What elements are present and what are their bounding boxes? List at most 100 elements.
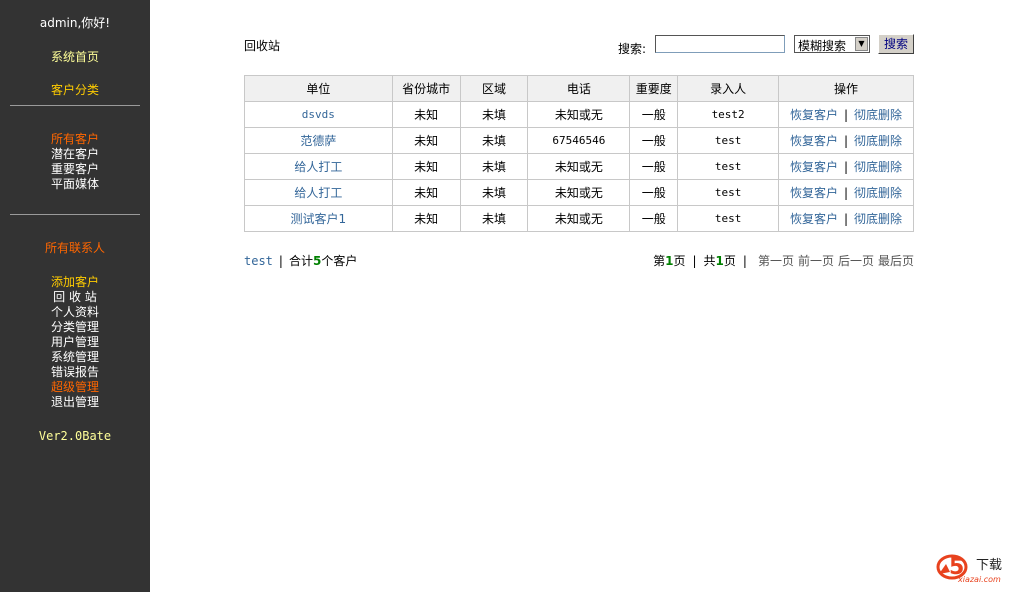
separator: | bbox=[742, 254, 747, 268]
sidebar-item-all-contacts[interactable]: 所有联系人 bbox=[0, 239, 150, 256]
a5-logo-icon: 5 下载 xiazai.com bbox=[936, 554, 1002, 584]
area-cell: 未填 bbox=[459, 153, 529, 180]
sidebar-divider bbox=[10, 214, 140, 215]
header-creator: 录入人 bbox=[677, 75, 780, 102]
city-cell: 未知 bbox=[391, 101, 461, 128]
phone-cell: 未知或无 bbox=[527, 205, 631, 232]
area-cell: 未填 bbox=[459, 127, 529, 154]
recycle-bin-table: 单位 省份城市 区域 电话 重要度 录入人 操作 dsvds 未知 未填 未知或… bbox=[244, 75, 914, 232]
unit-link[interactable]: 测试客户1 bbox=[244, 205, 393, 232]
page-suffix: 页 bbox=[673, 254, 686, 268]
phone-cell: 未知或无 bbox=[527, 179, 631, 206]
permanent-delete-link[interactable]: 彻底删除 bbox=[854, 212, 902, 226]
logo-domain: xiazai.com bbox=[957, 575, 1001, 584]
level-cell: 一般 bbox=[629, 205, 679, 232]
area-cell: 未填 bbox=[459, 205, 529, 232]
separator: | bbox=[278, 254, 283, 268]
table-header-row: 单位 省份城市 区域 电话 重要度 录入人 操作 bbox=[244, 75, 914, 102]
search-mode-value: 模糊搜索 bbox=[798, 39, 847, 53]
total-pages-suffix: 页 bbox=[723, 254, 736, 268]
separator: | bbox=[843, 212, 849, 226]
table-row: 测试客户1 未知 未填 未知或无 一般 test 恢复客户 | 彻底删除 bbox=[244, 205, 914, 232]
restore-customer-link[interactable]: 恢复客户 bbox=[790, 160, 838, 174]
total-prefix: 合计 bbox=[288, 254, 313, 268]
actions-cell: 恢复客户 | 彻底删除 bbox=[778, 101, 914, 128]
permanent-delete-link[interactable]: 彻底删除 bbox=[854, 108, 902, 122]
phone-cell: 未知或无 bbox=[527, 101, 631, 128]
logo-text: 下载 bbox=[976, 558, 1002, 573]
total-pages: 1 bbox=[715, 254, 724, 268]
next-page-link[interactable]: 后一页 bbox=[838, 254, 874, 268]
header-area: 区域 bbox=[459, 75, 529, 102]
table-row: 给人打工 未知 未填 未知或无 一般 test 恢复客户 | 彻底删除 bbox=[244, 179, 914, 206]
creator-cell: test bbox=[677, 179, 780, 206]
pagination: 第1页 | 共1页 | 第一页 前一页 后一页 最后页 bbox=[653, 252, 914, 269]
level-cell: 一般 bbox=[629, 101, 679, 128]
area-cell: 未填 bbox=[459, 179, 529, 206]
city-cell: 未知 bbox=[391, 153, 461, 180]
separator: | bbox=[692, 254, 697, 268]
greeting-text: admin,你好! bbox=[39, 16, 111, 30]
page-title: 回收站 bbox=[244, 39, 281, 53]
city-cell: 未知 bbox=[391, 205, 461, 232]
prev-page-link[interactable]: 前一页 bbox=[798, 254, 834, 268]
city-cell: 未知 bbox=[391, 127, 461, 154]
header-level: 重要度 bbox=[629, 75, 679, 102]
sidebar: admin,你好! 系统首页 客户分类 所有客户 潜在客户 重要客户 平面媒体 … bbox=[0, 0, 150, 592]
permanent-delete-link[interactable]: 彻底删除 bbox=[854, 186, 902, 200]
total-pages-prefix: 共 bbox=[703, 254, 716, 268]
search-mode-select[interactable]: 模糊搜索 ▼ bbox=[794, 35, 870, 53]
actions-cell: 恢复客户 | 彻底删除 bbox=[778, 179, 914, 206]
restore-customer-link[interactable]: 恢复客户 bbox=[790, 186, 838, 200]
footer-summary: test | 合计5个客户 bbox=[244, 252, 357, 269]
sidebar-item-home[interactable]: 系统首页 bbox=[0, 48, 150, 65]
first-page-link[interactable]: 第一页 bbox=[758, 254, 794, 268]
phone-cell: 67546546 bbox=[527, 127, 631, 154]
sidebar-item-logout[interactable]: 退出管理 bbox=[0, 393, 150, 410]
separator: | bbox=[843, 160, 849, 174]
unit-link[interactable]: 范德萨 bbox=[244, 127, 393, 154]
creator-cell: test bbox=[677, 127, 780, 154]
sidebar-item-category[interactable]: 客户分类 bbox=[0, 81, 150, 98]
phone-cell: 未知或无 bbox=[527, 153, 631, 180]
creator-cell: test bbox=[677, 205, 780, 232]
total-suffix: 个客户 bbox=[321, 254, 358, 268]
search-label: 搜索: bbox=[618, 42, 647, 56]
unit-link[interactable]: 给人打工 bbox=[244, 179, 393, 206]
unit-link[interactable]: dsvds bbox=[244, 101, 393, 128]
current-user-link[interactable]: test bbox=[244, 254, 273, 268]
page-prefix: 第 bbox=[653, 254, 666, 268]
separator: | bbox=[843, 134, 849, 148]
restore-customer-link[interactable]: 恢复客户 bbox=[790, 108, 838, 122]
header-unit: 单位 bbox=[244, 75, 393, 102]
separator: | bbox=[843, 186, 849, 200]
level-cell: 一般 bbox=[629, 179, 679, 206]
dropdown-arrow-icon[interactable]: ▼ bbox=[855, 37, 868, 51]
unit-link[interactable]: 给人打工 bbox=[244, 153, 393, 180]
main-content: 回收站 搜索: 模糊搜索 ▼ 搜索 单位 省份城市 区域 电话 重要度 录入人 … bbox=[150, 0, 1024, 592]
search-input[interactable] bbox=[655, 35, 785, 53]
actions-cell: 恢复客户 | 彻底删除 bbox=[778, 205, 914, 232]
sidebar-divider bbox=[10, 105, 140, 106]
table-row: dsvds 未知 未填 未知或无 一般 test2 恢复客户 | 彻底删除 bbox=[244, 101, 914, 128]
separator: | bbox=[843, 108, 849, 122]
restore-customer-link[interactable]: 恢复客户 bbox=[790, 134, 838, 148]
creator-cell: test bbox=[677, 153, 780, 180]
permanent-delete-link[interactable]: 彻底删除 bbox=[854, 160, 902, 174]
header-city: 省份城市 bbox=[391, 75, 461, 102]
creator-cell: test2 bbox=[677, 101, 780, 128]
table-row: 给人打工 未知 未填 未知或无 一般 test 恢复客户 | 彻底删除 bbox=[244, 153, 914, 180]
last-page-link[interactable]: 最后页 bbox=[878, 254, 914, 268]
version-text: Ver2.0Bate bbox=[38, 429, 112, 443]
permanent-delete-link[interactable]: 彻底删除 bbox=[854, 134, 902, 148]
city-cell: 未知 bbox=[391, 179, 461, 206]
actions-cell: 恢复客户 | 彻底删除 bbox=[778, 153, 914, 180]
area-cell: 未填 bbox=[459, 101, 529, 128]
table-row: 范德萨 未知 未填 67546546 一般 test 恢复客户 | 彻底删除 bbox=[244, 127, 914, 154]
search-button[interactable]: 搜索 bbox=[878, 34, 914, 54]
header-actions: 操作 bbox=[778, 75, 914, 102]
level-cell: 一般 bbox=[629, 153, 679, 180]
restore-customer-link[interactable]: 恢复客户 bbox=[790, 212, 838, 226]
sidebar-item-print-media[interactable]: 平面媒体 bbox=[0, 175, 150, 192]
actions-cell: 恢复客户 | 彻底删除 bbox=[778, 127, 914, 154]
